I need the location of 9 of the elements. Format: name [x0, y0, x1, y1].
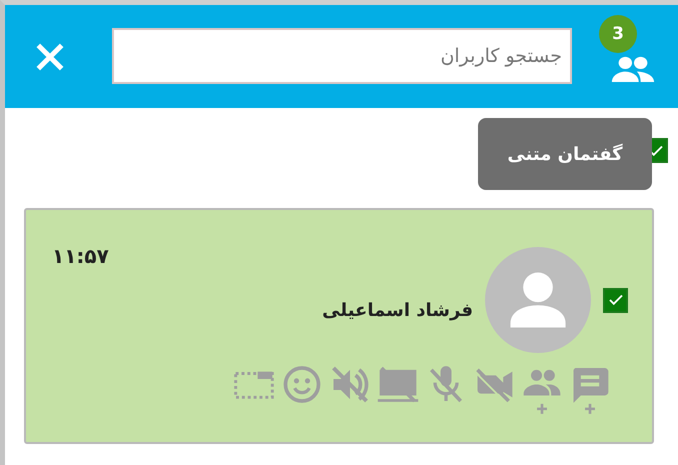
search-field[interactable]: جستجو کاربران	[112, 28, 572, 84]
count-badge: 3	[599, 14, 637, 52]
time-label: ۱۱:۵۷	[52, 244, 109, 268]
tooltip: گفتمان متنی	[478, 118, 652, 190]
users-icon[interactable]	[610, 56, 656, 82]
user-checkbox[interactable]	[603, 288, 628, 312]
avatar-icon	[485, 247, 591, 353]
user-name: فرشاد اسماعیلی	[322, 300, 473, 320]
user-card[interactable]: ۱۱:۵۷ فرشاد اسماعیلی	[24, 208, 654, 444]
